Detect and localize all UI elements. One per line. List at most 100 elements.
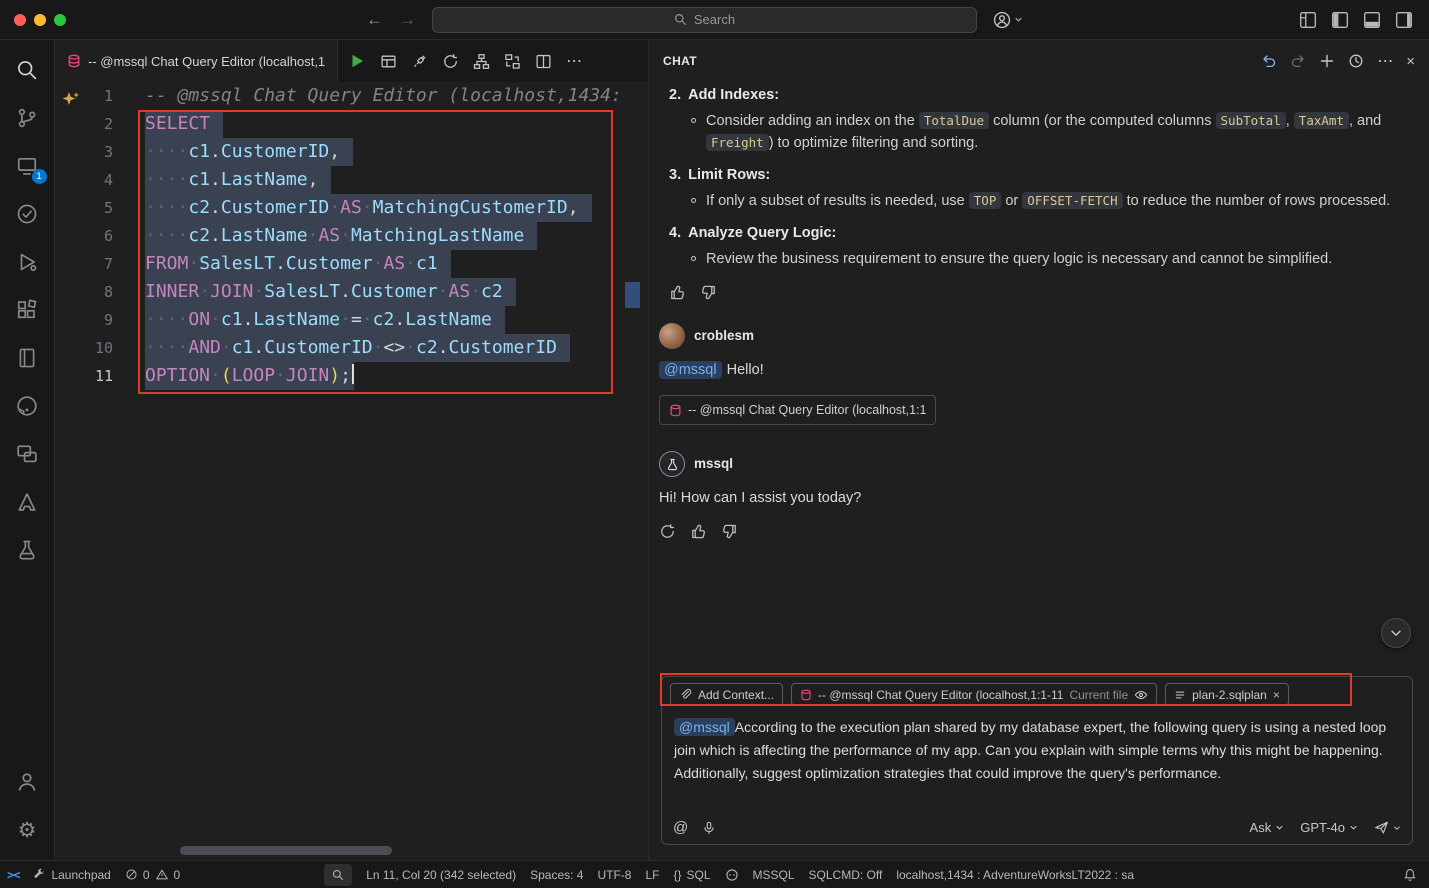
- split-editor-icon[interactable]: [535, 53, 552, 70]
- close-panel-icon[interactable]: ×: [1406, 53, 1415, 70]
- code-line[interactable]: ····c1.LastName,: [145, 166, 648, 194]
- minimize-window-button[interactable]: [34, 14, 46, 26]
- eol-item[interactable]: LF: [638, 861, 666, 888]
- sidebar-item-mssql[interactable]: [0, 526, 55, 574]
- line-number[interactable]: 10: [55, 334, 113, 362]
- more-actions-icon[interactable]: ⋯: [566, 51, 583, 71]
- sidebar-item-testing[interactable]: [0, 190, 55, 238]
- navigate-forward-button[interactable]: →: [399, 10, 416, 30]
- schema-designer-icon[interactable]: [504, 53, 521, 70]
- code-line[interactable]: ····ON·c1.LastName·=·c2.LastName: [145, 306, 648, 334]
- sidebar-item-extensions[interactable]: [0, 286, 55, 334]
- regenerate-icon[interactable]: [659, 523, 676, 540]
- run-query-button[interactable]: [348, 52, 366, 70]
- close-window-button[interactable]: [14, 14, 26, 26]
- editor-scrollbar-thumb[interactable]: [625, 282, 640, 308]
- code-editor[interactable]: 1234567891011 -- @mssql Chat Query Edito…: [55, 82, 648, 860]
- microphone-icon[interactable]: [702, 821, 716, 835]
- sqlcmd-status-item[interactable]: SQLCMD: Off: [802, 861, 890, 888]
- maximize-window-button[interactable]: [54, 14, 66, 26]
- file-context-chip[interactable]: -- @mssql Chat Query Editor (localhost,1…: [791, 683, 1157, 706]
- schema-hierarchy-icon[interactable]: [473, 53, 490, 70]
- code-line[interactable]: -- @mssql Chat Query Editor (localhost,1…: [145, 82, 648, 110]
- redo-request-icon[interactable]: [1290, 53, 1306, 69]
- mode-selector[interactable]: Ask: [1250, 820, 1285, 835]
- navigate-back-button[interactable]: ←: [366, 10, 383, 30]
- send-button[interactable]: [1374, 820, 1401, 835]
- thumbs-down-icon[interactable]: [721, 523, 738, 540]
- editor-tab[interactable]: -- @mssql Chat Query Editor (localhost,1: [55, 40, 338, 82]
- mention-picker-icon[interactable]: @: [673, 819, 688, 836]
- code-line[interactable]: OPTION·(LOOP·JOIN);: [145, 362, 648, 390]
- eye-icon[interactable]: [1134, 688, 1148, 702]
- line-number[interactable]: 4: [55, 166, 113, 194]
- toggle-panel-icon[interactable]: [1363, 11, 1381, 29]
- attachment-chip[interactable]: -- @mssql Chat Query Editor (localhost,1…: [659, 395, 936, 425]
- code-line[interactable]: FROM·SalesLT.Customer·AS·c1: [145, 250, 648, 278]
- language-mode-item[interactable]: {} SQL: [666, 861, 717, 888]
- sidebar-item-remote-explorer[interactable]: 1: [0, 142, 55, 190]
- remove-chip-icon[interactable]: ×: [1273, 688, 1280, 702]
- customize-layout-icon[interactable]: [1299, 11, 1317, 29]
- sidebar-item-remote-targets[interactable]: [0, 430, 55, 478]
- sidebar-item-source-control[interactable]: [0, 94, 55, 142]
- line-number[interactable]: 7: [55, 250, 113, 278]
- remote-indicator[interactable]: ><: [0, 861, 26, 888]
- chat-input-text[interactable]: According to the execution plan shared b…: [674, 719, 1386, 781]
- line-number[interactable]: 11: [55, 362, 113, 390]
- chat-more-actions-icon[interactable]: ⋯: [1377, 51, 1393, 71]
- thumbs-up-icon[interactable]: [690, 523, 707, 540]
- plan-context-chip[interactable]: plan-2.sqlplan ×: [1165, 683, 1289, 706]
- account-menu-button[interactable]: [993, 11, 1023, 29]
- code-line[interactable]: ····c2.CustomerID·AS·MatchingCustomerID,: [145, 194, 648, 222]
- thumbs-up-icon[interactable]: [669, 284, 686, 301]
- scroll-to-bottom-button[interactable]: [1381, 618, 1411, 648]
- sidebar-item-search[interactable]: [0, 46, 55, 94]
- problems-status-item[interactable]: 0 0: [118, 861, 187, 888]
- chat-input-message[interactable]: @mssqlAccording to the execution plan sh…: [674, 716, 1400, 819]
- indentation-item[interactable]: Spaces: 4: [523, 861, 590, 888]
- toggle-secondary-sidebar-icon[interactable]: [1395, 11, 1413, 29]
- sidebar-item-notebooks[interactable]: [0, 334, 55, 382]
- line-number[interactable]: 6: [55, 222, 113, 250]
- sidebar-item-run-debug[interactable]: [0, 238, 55, 286]
- code-line[interactable]: INNER·JOIN·SalesLT.Customer·AS·c2: [145, 278, 648, 306]
- code-line[interactable]: ····c2.LastName·AS·MatchingLastName: [145, 222, 648, 250]
- code-line[interactable]: ····c1.CustomerID,: [145, 138, 648, 166]
- undo-request-icon[interactable]: [1261, 53, 1277, 69]
- disconnect-plug-icon[interactable]: [411, 53, 428, 70]
- copilot-status-item[interactable]: [718, 861, 746, 888]
- notifications-bell-icon[interactable]: [1396, 861, 1429, 888]
- sidebar-item-github[interactable]: [0, 382, 55, 430]
- thumbs-down-icon[interactable]: [700, 284, 717, 301]
- mention-chip[interactable]: @mssql: [674, 718, 735, 736]
- settings-button[interactable]: ⚙: [0, 806, 55, 854]
- zoom-status-item[interactable]: [317, 861, 359, 888]
- code-line[interactable]: SELECT: [145, 110, 648, 138]
- line-number[interactable]: 9: [55, 306, 113, 334]
- model-selector[interactable]: GPT-4o: [1300, 820, 1358, 835]
- code-line[interactable]: ····AND·c1.CustomerID·<>·c2.CustomerID: [145, 334, 648, 362]
- mssql-status-item[interactable]: MSSQL: [746, 861, 802, 888]
- encoding-item[interactable]: UTF-8: [590, 861, 638, 888]
- sidebar-item-azure[interactable]: [0, 478, 55, 526]
- estimated-plan-icon[interactable]: [442, 53, 459, 70]
- new-chat-icon[interactable]: [1319, 53, 1335, 69]
- line-number[interactable]: 2: [55, 110, 113, 138]
- horizontal-scrollbar-thumb[interactable]: [180, 846, 392, 855]
- line-number[interactable]: 8: [55, 278, 113, 306]
- chat-history-icon[interactable]: [1348, 53, 1364, 69]
- line-number[interactable]: 3: [55, 138, 113, 166]
- add-context-button[interactable]: Add Context...: [670, 683, 783, 706]
- line-number[interactable]: 5: [55, 194, 113, 222]
- connection-status-item[interactable]: localhost,1434 : AdventureWorksLT2022 : …: [889, 861, 1141, 888]
- accounts-button[interactable]: [0, 758, 55, 806]
- launchpad-status-item[interactable]: Launchpad: [26, 861, 117, 888]
- toggle-primary-sidebar-icon[interactable]: [1331, 11, 1349, 29]
- cursor-position-item[interactable]: Ln 11, Col 20 (342 selected): [359, 861, 523, 888]
- results-grid-icon[interactable]: [380, 53, 397, 70]
- copilot-sparkle-icon[interactable]: [61, 90, 81, 110]
- command-center-search[interactable]: Search: [432, 7, 977, 33]
- chat-input-container[interactable]: Add Context... -- @mssql Chat Query Edit…: [661, 676, 1413, 845]
- mention-chip[interactable]: @mssql: [659, 361, 722, 379]
